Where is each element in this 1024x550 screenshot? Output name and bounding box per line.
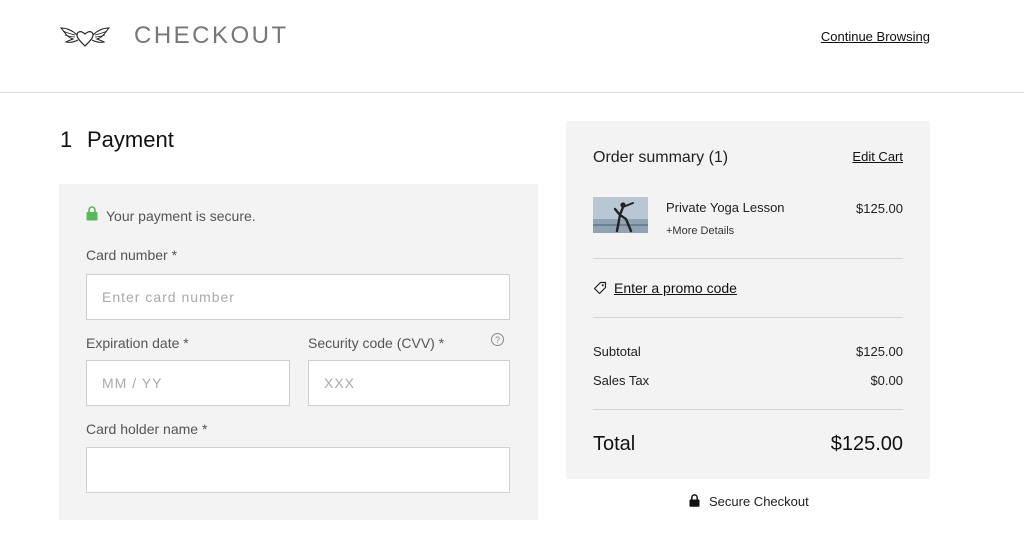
card-holder-input[interactable]: [86, 447, 510, 493]
expiration-label: Expiration date *: [86, 335, 189, 351]
product-price: $125.00: [856, 201, 903, 216]
promo-code-link[interactable]: Enter a promo code: [593, 280, 737, 296]
total-label: Total: [593, 433, 636, 455]
total-value: $125.00: [830, 433, 903, 455]
lock-icon: [689, 494, 700, 507]
sales-tax-value: $0.00: [870, 373, 903, 388]
winged-heart-icon[interactable]: [60, 24, 110, 50]
secure-payment-notice: Your payment is secure.: [86, 205, 256, 224]
divider: [593, 409, 903, 410]
tag-icon: [593, 281, 607, 295]
step-title: Payment: [87, 127, 174, 152]
header: CHECKOUT Continue Browsing: [0, 0, 1024, 93]
secure-checkout-badge: Secure Checkout: [689, 494, 809, 509]
payment-step-heading: 1 Payment: [60, 127, 174, 153]
expiration-input[interactable]: MM / YY: [86, 360, 290, 406]
sales-tax-label: Sales Tax: [593, 373, 650, 388]
question-circle-icon[interactable]: ?: [491, 333, 504, 346]
card-holder-label: Card holder name *: [86, 421, 208, 437]
secure-payment-text: Your payment is secure.: [106, 208, 256, 224]
page-title: CHECKOUT: [134, 22, 289, 49]
lock-icon: [86, 205, 98, 220]
cvv-input[interactable]: XXX: [308, 360, 510, 406]
step-number: 1: [60, 127, 73, 152]
card-number-input[interactable]: Enter card number: [86, 274, 510, 320]
promo-code-label: Enter a promo code: [614, 280, 737, 296]
order-summary: Order summary (1) Edit Cart Private Yoga…: [566, 121, 930, 479]
card-number-label: Card number *: [86, 247, 178, 263]
edit-cart-link[interactable]: Edit Cart: [852, 149, 903, 164]
more-details-link[interactable]: +More Details: [666, 225, 734, 237]
divider: [593, 317, 903, 318]
payment-form: Your payment is secure. Card number * En…: [59, 184, 538, 520]
cvv-label: Security code (CVV) *: [308, 335, 445, 351]
secure-checkout-text: Secure Checkout: [709, 494, 809, 509]
subtotal-label: Subtotal: [593, 344, 641, 359]
subtotal-value: $125.00: [856, 344, 903, 359]
divider: [593, 258, 903, 259]
product-thumbnail: [593, 197, 648, 233]
product-name: Private Yoga Lesson: [666, 200, 785, 215]
continue-browsing-link[interactable]: Continue Browsing: [821, 29, 930, 44]
order-summary-title: Order summary (1): [593, 149, 729, 166]
